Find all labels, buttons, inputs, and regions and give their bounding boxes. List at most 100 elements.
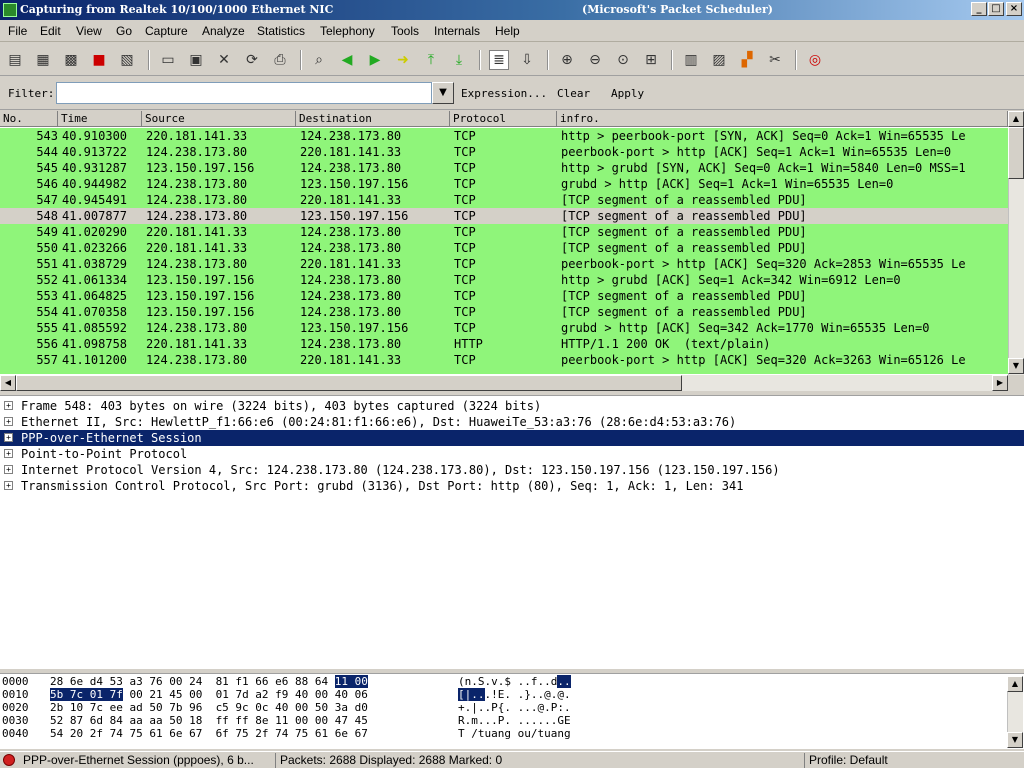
expert-info-icon[interactable]: [3, 754, 15, 766]
capture-options-icon[interactable]: ▦: [33, 50, 53, 70]
detail-tree-item[interactable]: + PPP-over-Ethernet Session: [0, 430, 1024, 446]
packet-row[interactable]: 550 41.023266 220.181.141.33 124.238.173.80…: [0, 240, 1008, 256]
hex-row[interactable]: 0000 28 6e d4 53 a3 76 00 24 81 f1 66 e6 …: [0, 675, 1000, 688]
menu-go[interactable]: Go: [116, 24, 132, 38]
column-info[interactable]: infro.: [557, 111, 1008, 127]
filter-input[interactable]: [56, 82, 432, 104]
packet-row[interactable]: 547 40.945491 124.238.173.80 220.181.141.33…: [0, 192, 1008, 208]
print-icon[interactable]: ⎙: [270, 50, 290, 70]
apply-button[interactable]: Apply: [611, 87, 644, 100]
hex-offset: 0020: [2, 701, 29, 714]
scroll-thumb[interactable]: [1008, 127, 1024, 179]
menu-capture[interactable]: Capture: [145, 24, 188, 38]
capture-start-icon[interactable]: ▩: [61, 50, 81, 70]
packet-list-hscrollbar[interactable]: ◀ ▶: [0, 375, 1008, 391]
reload-icon[interactable]: ⟳: [242, 50, 262, 70]
packet-row[interactable]: 553 41.064825 123.150.197.156 124.238.173.8…: [0, 288, 1008, 304]
scroll-right-icon[interactable]: ▶: [992, 375, 1008, 391]
hscroll-thumb[interactable]: [16, 375, 682, 391]
zoom-normal-icon[interactable]: ⊙: [613, 50, 633, 70]
scroll-down-icon[interactable]: ▼: [1008, 358, 1024, 374]
autoscroll-icon[interactable]: ⇩: [517, 50, 537, 70]
menu-view[interactable]: View: [76, 24, 102, 38]
go-to-packet-icon[interactable]: ➜: [393, 50, 413, 70]
maximize-button[interactable]: □: [988, 2, 1004, 16]
packet-row[interactable]: 556 41.098758 220.181.141.33 124.238.173.80…: [0, 336, 1008, 352]
expand-icon[interactable]: +: [4, 401, 13, 410]
scroll-left-icon[interactable]: ◀: [0, 375, 16, 391]
bytes-scroll-up-icon[interactable]: ▲: [1007, 676, 1023, 692]
go-back-icon[interactable]: ◀: [337, 50, 357, 70]
packet-row[interactable]: 544 40.913722 124.238.173.80 220.181.141.33…: [0, 144, 1008, 160]
expand-icon[interactable]: +: [4, 417, 13, 426]
packet-row[interactable]: 551 41.038729 124.238.173.80 220.181.141.33…: [0, 256, 1008, 272]
column-time[interactable]: Time: [58, 111, 142, 127]
packet-row[interactable]: 557 41.101200 124.238.173.80 220.181.141.33…: [0, 352, 1008, 368]
packet-list-vscrollbar[interactable]: ▲ ▼: [1008, 111, 1024, 375]
packet-row[interactable]: 554 41.070358 123.150.197.156 124.238.173.8…: [0, 304, 1008, 320]
capture-stop-icon[interactable]: ■: [89, 50, 109, 70]
save-icon[interactable]: ▣: [186, 50, 206, 70]
menu-tools[interactable]: Tools: [391, 24, 419, 38]
packet-row[interactable]: 545 40.931287 123.150.197.156 124.238.173.8…: [0, 160, 1008, 176]
packet-row[interactable]: 552 41.061334 123.150.197.156 124.238.173.8…: [0, 272, 1008, 288]
hex-row[interactable]: 0010 5b 7c 01 7f 00 21 45 00 01 7d a2 f9 …: [0, 688, 1000, 701]
hex-row[interactable]: 0040 54 20 2f 74 75 61 6e 67 6f 75 2f 74 …: [0, 728, 1000, 740]
packet-row[interactable]: 555 41.085592 124.238.173.80 123.150.197.15…: [0, 320, 1008, 336]
minimize-button[interactable]: _: [971, 2, 987, 16]
resize-columns-icon[interactable]: ⊞: [641, 50, 661, 70]
go-first-icon[interactable]: ⤒: [421, 50, 441, 70]
preferences-icon[interactable]: ✂: [765, 50, 785, 70]
column-no[interactable]: No.: [0, 111, 58, 127]
help-icon[interactable]: ◎: [805, 50, 825, 70]
menu-edit[interactable]: Edit: [40, 24, 61, 38]
menu-file[interactable]: File: [8, 24, 27, 38]
packet-row-partial[interactable]: [0, 368, 1008, 374]
open-icon[interactable]: ▭: [158, 50, 178, 70]
expression-button[interactable]: Expression...: [461, 87, 547, 100]
detail-tree-text: Frame 548: 403 bytes on wire (3224 bits)…: [21, 399, 542, 413]
expand-icon[interactable]: +: [4, 481, 13, 490]
capture-filters-icon[interactable]: ▥: [681, 50, 701, 70]
detail-tree-item[interactable]: + Point-to-Point Protocol: [0, 446, 1024, 462]
zoom-in-icon[interactable]: ⊕: [557, 50, 577, 70]
menu-statistics[interactable]: Statistics: [257, 24, 305, 38]
bytes-scroll-down-icon[interactable]: ▼: [1007, 732, 1023, 748]
filter-dropdown-icon[interactable]: ▼: [432, 82, 454, 104]
expand-icon[interactable]: +: [4, 449, 13, 458]
menu-internals[interactable]: Internals: [434, 24, 480, 38]
interfaces-icon[interactable]: ▤: [5, 50, 25, 70]
detail-tree-item[interactable]: + Ethernet II, Src: HewlettP_f1:66:e6 (00…: [0, 414, 1024, 430]
go-last-icon[interactable]: ⤓: [449, 50, 469, 70]
go-forward-icon[interactable]: ▶: [365, 50, 385, 70]
menu-help[interactable]: Help: [495, 24, 520, 38]
find-icon[interactable]: ⌕: [309, 50, 329, 70]
column-destination[interactable]: Destination: [296, 111, 450, 127]
zoom-out-icon[interactable]: ⊖: [585, 50, 605, 70]
coloring-rules-icon[interactable]: ▞: [737, 50, 757, 70]
packet-row[interactable]: 549 41.020290 220.181.141.33 124.238.173.80…: [0, 224, 1008, 240]
bytes-vscrollbar[interactable]: ▲ ▼: [1007, 676, 1023, 748]
detail-tree-item[interactable]: + Frame 548: 403 bytes on wire (3224 bits…: [0, 398, 1024, 414]
packet-row[interactable]: 548 41.007877 124.238.173.80 123.150.197.15…: [0, 208, 1008, 224]
display-filters-icon[interactable]: ▨: [709, 50, 729, 70]
capture-restart-icon[interactable]: ▧: [117, 50, 137, 70]
close-file-icon[interactable]: ✕: [214, 50, 234, 70]
detail-tree-item[interactable]: + Internet Protocol Version 4, Src: 124.2…: [0, 462, 1024, 478]
close-button[interactable]: ×: [1006, 2, 1022, 16]
detail-tree-item[interactable]: + Transmission Control Protocol, Src Port…: [0, 478, 1024, 494]
menu-telephony[interactable]: Telephony: [320, 24, 375, 38]
menu-analyze[interactable]: Analyze: [202, 24, 245, 38]
expand-icon[interactable]: +: [4, 433, 13, 442]
colorize-icon[interactable]: ≣: [489, 50, 509, 70]
scroll-up-icon[interactable]: ▲: [1008, 111, 1024, 127]
status-profile[interactable]: Profile: Default: [804, 753, 1022, 768]
packet-row[interactable]: 546 40.944982 124.238.173.80 123.150.197.15…: [0, 176, 1008, 192]
column-source[interactable]: Source: [142, 111, 296, 127]
expand-icon[interactable]: +: [4, 465, 13, 474]
column-protocol[interactable]: Protocol: [450, 111, 557, 127]
packet-row[interactable]: 543 40.910300 220.181.141.33 124.238.173.80…: [0, 128, 1008, 144]
hex-row[interactable]: 0030 52 87 6d 84 aa aa 50 18 ff ff 8e 11 …: [0, 715, 1000, 727]
hex-row[interactable]: 0020 2b 10 7c ee ad 50 7b 96 c5 9c 0c 40 …: [0, 702, 1000, 714]
clear-button[interactable]: Clear: [557, 87, 590, 100]
